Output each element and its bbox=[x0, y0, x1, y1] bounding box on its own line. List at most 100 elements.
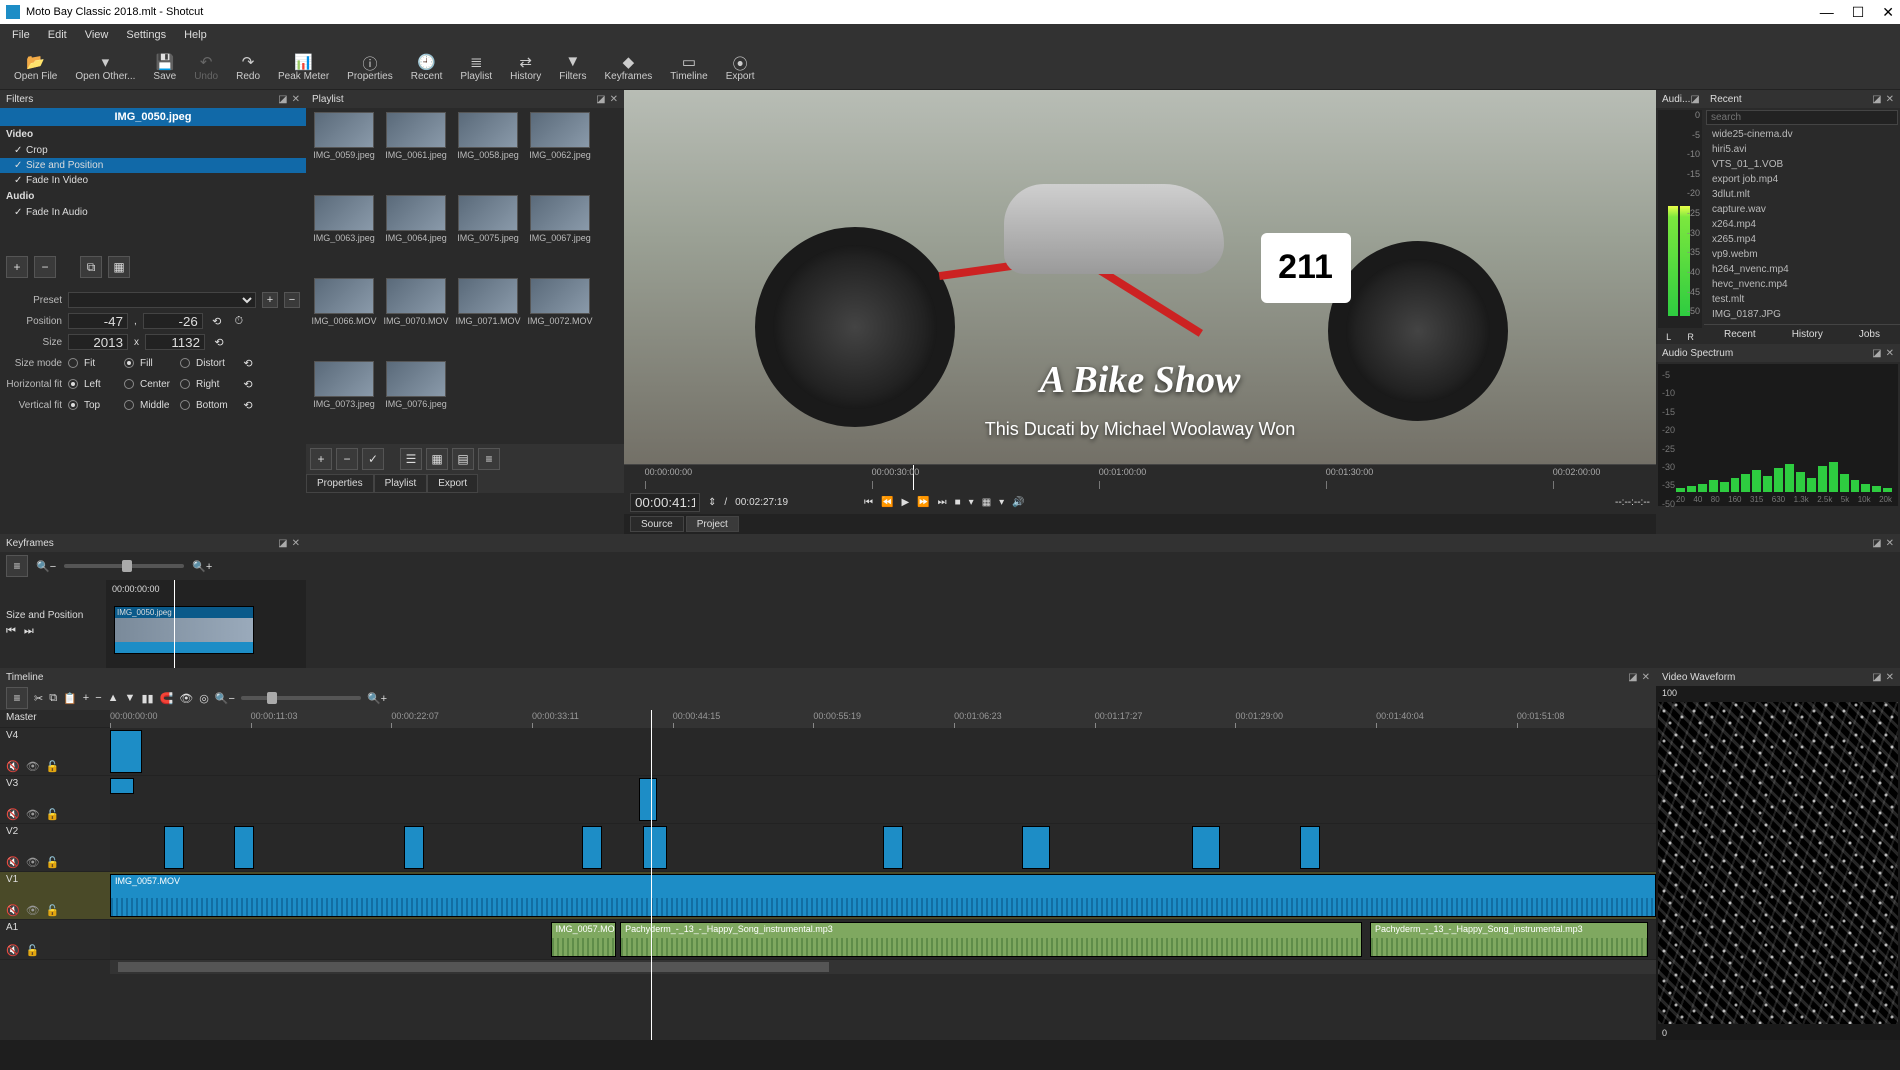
properties-button[interactable]: ⓘProperties bbox=[339, 51, 401, 84]
tab-properties[interactable]: Properties bbox=[306, 474, 374, 493]
reset-icon[interactable]: ⟲ bbox=[209, 313, 225, 329]
timeline-clip[interactable] bbox=[883, 826, 903, 869]
play-icon[interactable]: ▶ bbox=[901, 497, 909, 508]
recent-search-input[interactable] bbox=[1706, 110, 1898, 125]
filters-button[interactable]: ▼Filters bbox=[551, 51, 594, 84]
reset-icon[interactable]: ⟲ bbox=[240, 355, 256, 371]
hfit-right-radio[interactable] bbox=[180, 379, 190, 389]
volume-icon[interactable]: 🔊 bbox=[1012, 497, 1024, 508]
timeline-tracks-area[interactable]: 00:00:00:0000:00:11:0300:00:22:0700:00:3… bbox=[110, 710, 1656, 1040]
playlist-thumb[interactable]: IMG_0075.jpeg bbox=[454, 195, 522, 274]
track-label[interactable]: V4 bbox=[6, 730, 104, 741]
track-label[interactable]: V1 bbox=[6, 874, 104, 885]
timeline-clip[interactable] bbox=[1192, 826, 1220, 869]
lift-icon[interactable]: ▲ bbox=[108, 692, 119, 704]
tab-project[interactable]: Project bbox=[686, 516, 739, 532]
recent-item[interactable]: capture.wav bbox=[1704, 202, 1900, 217]
close-panel-icon[interactable]: ✕ bbox=[1886, 538, 1894, 549]
dropdown-icon[interactable]: ▾ bbox=[999, 497, 1004, 508]
peak-meter-button[interactable]: 📊Peak Meter bbox=[270, 51, 337, 84]
tab-source[interactable]: Source bbox=[630, 516, 684, 532]
undock-icon[interactable]: ◪ bbox=[1872, 94, 1881, 105]
hfit-center-radio[interactable] bbox=[124, 379, 134, 389]
minimize-icon[interactable]: — bbox=[1820, 4, 1834, 21]
menu-view[interactable]: View bbox=[77, 27, 117, 43]
size-h-input[interactable] bbox=[145, 334, 205, 350]
recent-item[interactable]: x265.mp4 bbox=[1704, 232, 1900, 247]
playlist-list-view-button[interactable]: ☰ bbox=[400, 448, 422, 470]
close-panel-icon[interactable]: ✕ bbox=[292, 94, 300, 105]
timeline-clip[interactable] bbox=[1022, 826, 1050, 869]
playlist-thumb[interactable]: IMG_0058.jpeg bbox=[454, 112, 522, 191]
save-button[interactable]: 💾Save bbox=[145, 51, 184, 84]
hide-icon[interactable]: 👁 bbox=[26, 808, 40, 821]
playlist-thumb[interactable]: IMG_0062.jpeg bbox=[526, 112, 594, 191]
playlist-thumb[interactable]: IMG_0071.MOV bbox=[454, 278, 522, 357]
playlist-check-button[interactable]: ✓ bbox=[362, 448, 384, 470]
lock-icon[interactable]: 🔓 bbox=[26, 944, 40, 957]
maximize-icon[interactable]: ☐ bbox=[1852, 4, 1865, 21]
zoom-out-icon[interactable]: 🔍− bbox=[36, 560, 56, 573]
tl-zoom-slider[interactable] bbox=[241, 696, 361, 700]
timeline-clip[interactable] bbox=[643, 826, 667, 869]
preview-viewport[interactable]: 211 A Bike Show This Ducati by Michael W… bbox=[624, 90, 1656, 464]
playlist-thumb[interactable]: IMG_0067.jpeg bbox=[526, 195, 594, 274]
mute-icon[interactable]: 🔇 bbox=[6, 856, 20, 869]
hide-icon[interactable]: 👁 bbox=[26, 904, 40, 917]
copy-filter-button[interactable]: ⧉ bbox=[80, 256, 102, 278]
timecode-current-input[interactable] bbox=[630, 493, 700, 512]
cut-icon[interactable]: ✂ bbox=[34, 692, 43, 705]
playlist-thumb[interactable]: IMG_0070.MOV bbox=[382, 278, 450, 357]
position-x-input[interactable] bbox=[68, 313, 128, 329]
close-panel-icon[interactable]: ✕ bbox=[292, 538, 300, 549]
timeline-clip[interactable] bbox=[639, 778, 657, 821]
vfit-bottom-radio[interactable] bbox=[180, 400, 190, 410]
menu-settings[interactable]: Settings bbox=[118, 27, 174, 43]
reset-icon[interactable]: ⟲ bbox=[211, 334, 227, 350]
timeline-hscroll[interactable] bbox=[110, 960, 1656, 974]
track-label[interactable]: V2 bbox=[6, 826, 104, 837]
menu-edit[interactable]: Edit bbox=[40, 27, 75, 43]
playlist-menu-button[interactable]: ≡ bbox=[478, 448, 500, 470]
kf-prev-icon[interactable]: ⏮ bbox=[6, 625, 16, 638]
undock-icon[interactable]: ◪ bbox=[1872, 538, 1881, 549]
preview-scrubber[interactable]: 00:00:00:0000:00:30:0000:01:00:0000:01:3… bbox=[624, 464, 1656, 490]
timeline-button[interactable]: ▭Timeline bbox=[662, 51, 715, 84]
zoom-in-icon[interactable]: 🔍+ bbox=[192, 560, 212, 573]
recent-item[interactable]: hevc_nvenc.mp4 bbox=[1704, 277, 1900, 292]
playlist-tiles-view-button[interactable]: ▤ bbox=[452, 448, 474, 470]
close-icon[interactable]: ✕ bbox=[1882, 4, 1894, 21]
preset-add-button[interactable]: + bbox=[262, 292, 278, 308]
preset-remove-button[interactable]: − bbox=[284, 292, 300, 308]
position-y-input[interactable] bbox=[143, 313, 203, 329]
timeline-clip[interactable] bbox=[404, 826, 424, 869]
tab-recent[interactable]: Recent bbox=[1718, 327, 1762, 342]
reset-icon[interactable]: ⟲ bbox=[240, 376, 256, 392]
skip-start-icon[interactable]: ⏮ bbox=[864, 497, 873, 508]
recent-item[interactable]: x264.mp4 bbox=[1704, 217, 1900, 232]
snap-icon[interactable]: 🧲 bbox=[160, 692, 174, 705]
stepper-icon[interactable]: ⇕ bbox=[708, 497, 716, 508]
close-panel-icon[interactable]: ✕ bbox=[610, 94, 618, 105]
playlist-button[interactable]: ≣Playlist bbox=[452, 51, 500, 84]
fast-forward-icon[interactable]: ⏩ bbox=[917, 497, 929, 508]
hfit-left-radio[interactable] bbox=[68, 379, 78, 389]
paste-icon[interactable]: 📋 bbox=[63, 692, 77, 705]
size-w-input[interactable] bbox=[68, 334, 128, 350]
zoom-out-icon[interactable]: 🔍− bbox=[215, 692, 235, 705]
filter-item[interactable]: ✓Fade In Audio bbox=[0, 205, 306, 220]
filter-item[interactable]: ✓Crop bbox=[0, 143, 306, 158]
remove-filter-button[interactable]: − bbox=[34, 256, 56, 278]
recent-button[interactable]: 🕘Recent bbox=[403, 51, 451, 84]
skip-end-icon[interactable]: ⏭ bbox=[938, 497, 947, 508]
timeline-clip[interactable] bbox=[110, 778, 134, 794]
overwrite-icon[interactable]: ▼ bbox=[125, 692, 136, 704]
playlist-thumb[interactable]: IMG_0073.jpeg bbox=[310, 361, 378, 440]
hide-icon[interactable]: 👁 bbox=[26, 856, 40, 869]
timeline-clip[interactable] bbox=[110, 730, 142, 773]
track-label[interactable]: V3 bbox=[6, 778, 104, 789]
vfit-middle-radio[interactable] bbox=[124, 400, 134, 410]
sizemode-distort-radio[interactable] bbox=[180, 358, 190, 368]
recent-item[interactable]: wide25-cinema.dv bbox=[1704, 127, 1900, 142]
tab-playlist[interactable]: Playlist bbox=[374, 474, 428, 493]
